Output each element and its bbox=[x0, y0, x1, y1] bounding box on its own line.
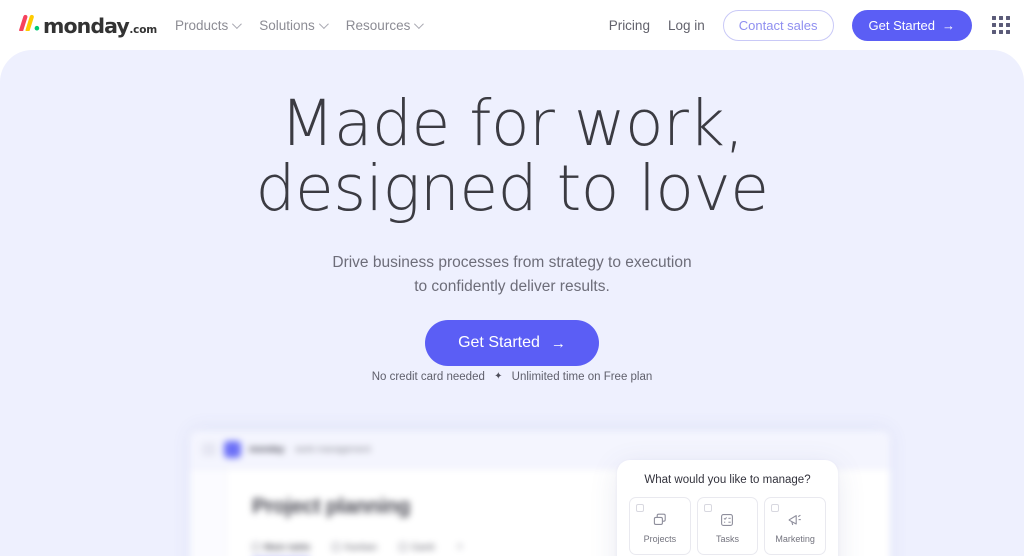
mock-add-tab-icon: + bbox=[456, 541, 463, 553]
secondary-nav-menu: Pricing Log in Contact sales Get Started… bbox=[609, 9, 1010, 41]
sparkle-separator-icon: ✦ bbox=[494, 371, 503, 382]
nav-item-products-label: Products bbox=[174, 17, 229, 33]
contact-sales-button[interactable]: Contact sales bbox=[722, 9, 834, 41]
hero-get-started-button[interactable]: Get Started → bbox=[425, 320, 599, 366]
arrow-right-icon: → bbox=[942, 17, 955, 33]
grid-dot bbox=[999, 30, 1003, 34]
chevron-down-icon bbox=[414, 18, 425, 29]
onboarding-prompt-card: What would you like to manage? Projects bbox=[617, 460, 838, 556]
mock-tab-main-table-label: Main table bbox=[264, 541, 311, 553]
fine-print-no-credit-card: No credit card needed bbox=[371, 371, 485, 383]
page-title-line-1: Made for work, bbox=[280, 87, 744, 160]
hero-subtitle-line-1: Drive business processes from strategy t… bbox=[332, 254, 692, 271]
arrow-right-icon: → bbox=[550, 334, 566, 352]
nav-item-solutions[interactable]: Solutions bbox=[259, 17, 329, 33]
marketing-checkbox[interactable] bbox=[771, 504, 780, 512]
option-tile-marketing-label: Marketing bbox=[775, 534, 815, 544]
primary-nav-menu: Products Solutions Resources bbox=[174, 17, 425, 33]
hero-section: Made for work, designed to love Drive bu… bbox=[0, 50, 1024, 556]
nav-item-resources-label: Resources bbox=[345, 17, 411, 33]
megaphone-icon bbox=[787, 511, 803, 529]
chevron-down-icon bbox=[318, 18, 329, 29]
logo-suffix: .com bbox=[129, 23, 157, 36]
nav-item-resources[interactable]: Resources bbox=[345, 17, 425, 33]
fine-print-free-plan: Unlimited time on Free plan bbox=[511, 371, 653, 383]
page-title: Made for work, designed to love bbox=[0, 87, 1024, 225]
top-navigation-bar: monday .com Products Solutions Resources… bbox=[0, 0, 1024, 50]
grid-dot bbox=[1006, 16, 1010, 20]
chevron-down-icon bbox=[232, 18, 243, 29]
page-title-line-2: designed to love bbox=[255, 151, 769, 225]
mock-tab-kanban: Kanban bbox=[332, 542, 377, 553]
logo-wordmark: monday bbox=[43, 13, 130, 38]
nav-item-solutions-label: Solutions bbox=[259, 17, 315, 33]
checklist-box-icon bbox=[719, 511, 735, 529]
tasks-checkbox[interactable] bbox=[703, 504, 712, 512]
mock-tab-gantt-label: Gantt bbox=[411, 541, 435, 553]
grid-dot bbox=[999, 23, 1003, 27]
nav-link-login[interactable]: Log in bbox=[668, 18, 705, 33]
grid-dot bbox=[992, 23, 996, 27]
grid-dot bbox=[1006, 30, 1010, 34]
nav-get-started-button[interactable]: Get Started → bbox=[851, 9, 972, 41]
option-tile-tasks-label: Tasks bbox=[715, 534, 739, 544]
manage-options-grid: Projects Tasks Marketing bbox=[629, 497, 826, 556]
mock-brand-name: monday bbox=[249, 444, 285, 455]
hero-fine-print: No credit card needed ✦ Unlimited time o… bbox=[0, 371, 1024, 383]
grid-dot bbox=[992, 16, 996, 20]
mock-product-name: work management bbox=[295, 444, 371, 455]
hero-get-started-label: Get Started bbox=[458, 334, 540, 351]
grid-dot bbox=[992, 30, 996, 34]
copy-squares-icon bbox=[652, 511, 668, 529]
page-root: monday .com Products Solutions Resources… bbox=[0, 0, 1024, 556]
gantt-icon bbox=[399, 543, 408, 551]
nav-link-pricing[interactable]: Pricing bbox=[609, 18, 650, 33]
apps-grid-icon[interactable] bbox=[992, 16, 1010, 34]
hamburger-menu-icon bbox=[202, 443, 216, 456]
hero-cta-container: Get Started → bbox=[0, 320, 1024, 366]
prompt-card-title: What would you like to manage? bbox=[644, 474, 811, 486]
option-tile-projects[interactable]: Projects bbox=[629, 497, 691, 555]
projects-checkbox[interactable] bbox=[636, 504, 644, 512]
option-tile-projects-label: Projects bbox=[643, 534, 677, 544]
hero-subtitle: Drive business processes from strategy t… bbox=[0, 251, 1024, 299]
monday-logo[interactable]: monday .com bbox=[18, 14, 157, 36]
option-tile-tasks[interactable]: Tasks bbox=[696, 497, 759, 555]
mock-sidebar bbox=[190, 469, 226, 556]
kanban-icon bbox=[332, 543, 341, 551]
grid-dot bbox=[999, 16, 1003, 20]
monday-logo-icon bbox=[18, 14, 40, 36]
hero-subtitle-line-2: to confidently deliver results. bbox=[414, 278, 610, 296]
table-icon bbox=[252, 543, 260, 551]
nav-get-started-label: Get Started bbox=[868, 17, 935, 33]
mock-tab-main-table: Main table bbox=[252, 542, 310, 553]
grid-dot bbox=[1006, 23, 1010, 27]
mock-logo-icon bbox=[224, 441, 241, 458]
mock-tab-kanban-label: Kanban bbox=[344, 541, 378, 553]
option-tile-marketing[interactable]: Marketing bbox=[764, 497, 826, 555]
mock-tab-gantt: Gantt bbox=[399, 542, 434, 553]
nav-item-products[interactable]: Products bbox=[174, 17, 243, 33]
